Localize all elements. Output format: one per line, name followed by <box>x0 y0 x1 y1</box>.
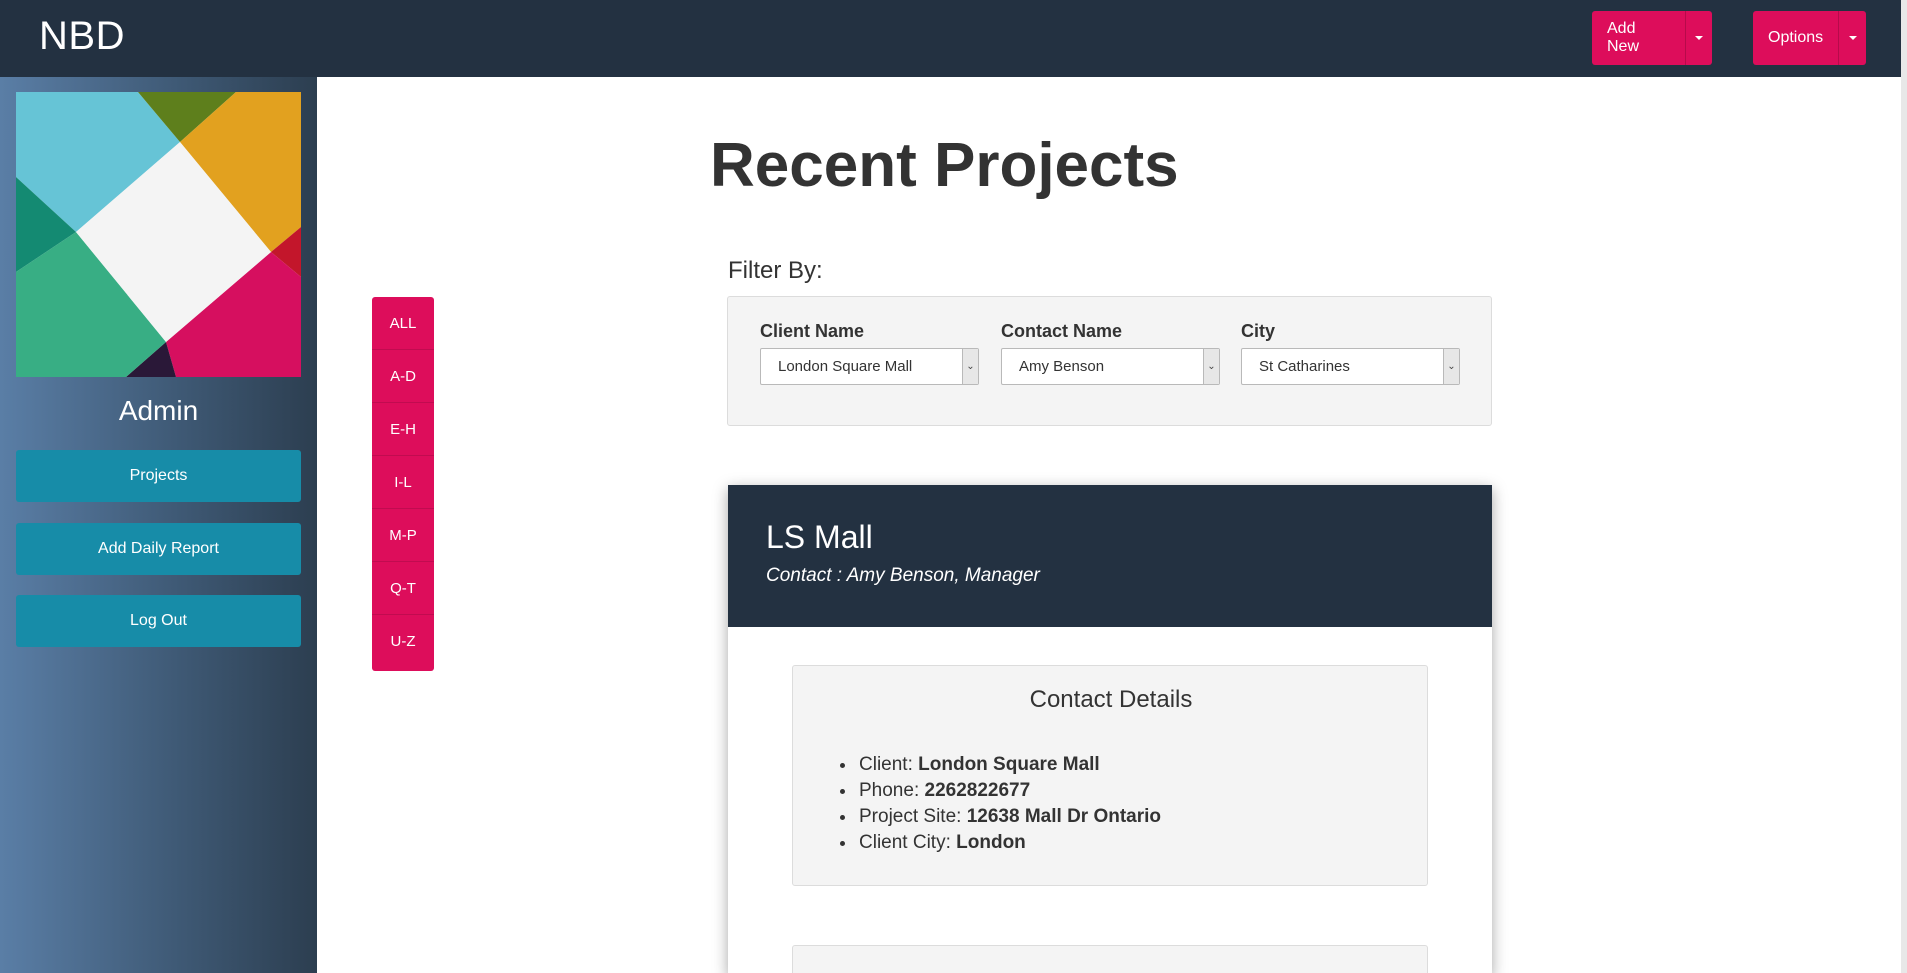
chevron-down-icon: ⌄ <box>962 349 978 384</box>
page-title: Recent Projects <box>710 131 1179 200</box>
list-item: Client: London Square Mall <box>857 752 1161 778</box>
avatar <box>16 92 301 377</box>
filter-panel: Client Name London Square Mall ⌄ Contact… <box>727 296 1492 426</box>
alphabet-filter-bar: ALL A-D E-H I-L M-P Q-T U-Z <box>372 297 434 671</box>
log-out-button[interactable]: Log Out <box>16 595 301 647</box>
top-navbar: NBD Add New Options <box>0 0 1907 77</box>
add-new-dropdown-toggle[interactable] <box>1686 11 1712 65</box>
detail-label: Phone: <box>859 780 925 801</box>
contact-details-panel: Contact Details Client: London Square Ma… <box>792 665 1428 886</box>
contact-name-filter: Contact Name Amy Benson ⌄ <box>1001 321 1221 385</box>
options-button[interactable]: Options <box>1753 11 1840 65</box>
filter-heading: Filter By: <box>728 257 823 284</box>
detail-value: London <box>956 832 1026 853</box>
contact-details-list: Client: London Square Mall Phone: 226282… <box>857 752 1161 856</box>
alpha-filter-e-h[interactable]: E-H <box>372 403 434 456</box>
user-name: Admin <box>118 395 199 426</box>
project-card-header: LS Mall Contact : Amy Benson, Manager <box>728 485 1492 627</box>
alpha-filter-a-d[interactable]: A-D <box>372 350 434 403</box>
alpha-filter-i-l[interactable]: I-L <box>372 456 434 509</box>
city-value: St Catharines <box>1259 358 1350 375</box>
vertical-scrollbar[interactable] <box>1901 0 1907 973</box>
detail-label: Project Site: <box>859 806 967 827</box>
client-name-value: London Square Mall <box>778 358 913 375</box>
client-name-select[interactable]: London Square Mall ⌄ <box>760 348 979 385</box>
caret-down-icon <box>1694 36 1703 40</box>
detail-value: 2262822677 <box>924 780 1031 801</box>
chevron-down-icon: ⌄ <box>1443 349 1459 384</box>
alpha-filter-m-p[interactable]: M-P <box>372 509 434 562</box>
chevron-down-icon: ⌄ <box>1203 349 1219 384</box>
detail-value: London Square Mall <box>918 754 1100 775</box>
alpha-filter-u-z[interactable]: U-Z <box>372 615 434 668</box>
contact-name-select[interactable]: Amy Benson ⌄ <box>1001 348 1220 385</box>
add-new-button[interactable]: Add New <box>1592 11 1686 65</box>
detail-label: Client: <box>859 754 919 775</box>
alpha-filter-all[interactable]: ALL <box>372 297 434 350</box>
add-new-split-button: Add New <box>1592 11 1712 65</box>
secondary-panel <box>792 945 1428 973</box>
client-name-filter: Client Name London Square Mall ⌄ <box>760 321 980 385</box>
city-select[interactable]: St Catharines ⌄ <box>1241 348 1460 385</box>
add-daily-report-button[interactable]: Add Daily Report <box>16 523 301 575</box>
detail-label: Client City: <box>859 832 957 853</box>
sidebar: Admin Projects Add Daily Report Log Out <box>0 77 317 973</box>
project-card: LS Mall Contact : Amy Benson, Manager Co… <box>728 485 1492 973</box>
brand-logo[interactable]: NBD <box>39 14 125 59</box>
city-filter: City St Catharines ⌄ <box>1241 321 1461 385</box>
client-name-label: Client Name <box>760 321 865 341</box>
project-name[interactable]: LS Mall <box>766 519 873 556</box>
project-contact-line: Contact : Amy Benson, Manager <box>766 565 1040 586</box>
projects-button[interactable]: Projects <box>16 450 301 502</box>
contact-name-label: Contact Name <box>1001 321 1123 341</box>
list-item: Project Site: 12638 Mall Dr Ontario <box>857 804 1161 830</box>
city-label: City <box>1241 321 1276 341</box>
alpha-filter-q-t[interactable]: Q-T <box>372 562 434 615</box>
list-item: Client City: London <box>857 830 1161 856</box>
caret-down-icon <box>1848 36 1857 40</box>
avatar-pattern-image <box>16 92 301 377</box>
options-split-button: Options <box>1753 11 1866 65</box>
contact-name-value: Amy Benson <box>1019 358 1105 375</box>
options-dropdown-toggle[interactable] <box>1839 11 1866 65</box>
list-item: Phone: 2262822677 <box>857 778 1161 804</box>
detail-value: 12638 Mall Dr Ontario <box>966 806 1162 827</box>
contact-details-title: Contact Details <box>1029 686 1193 713</box>
